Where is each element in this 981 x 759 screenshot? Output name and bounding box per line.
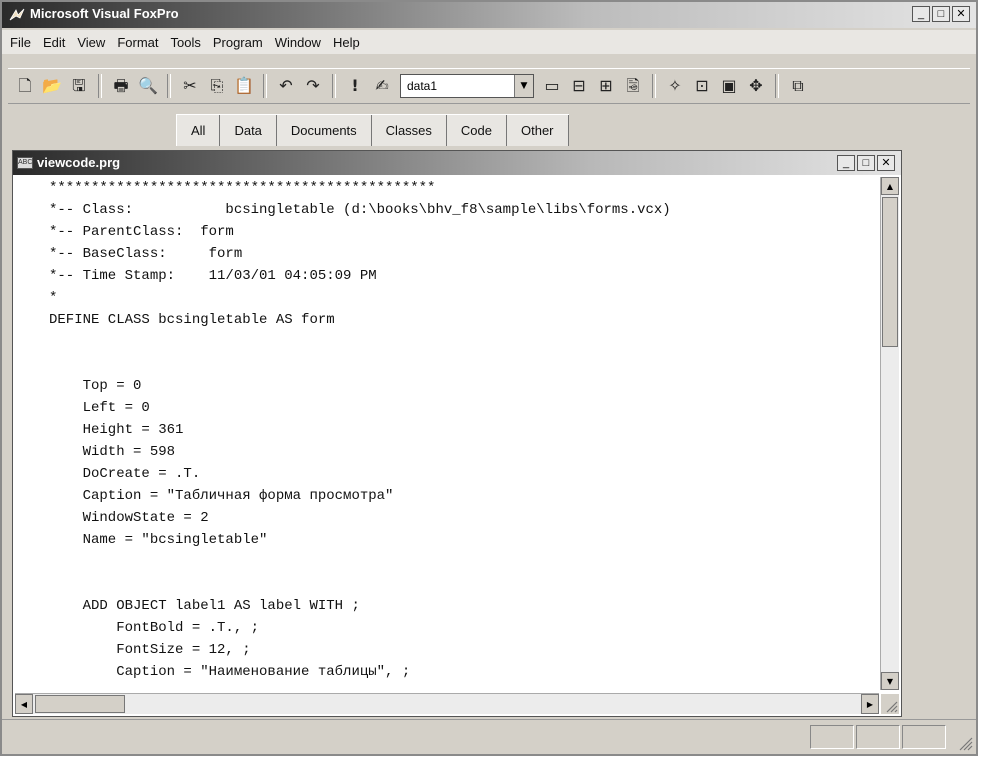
horizontal-scrollbar[interactable]: ◀ ▶	[15, 693, 879, 714]
code-line: DoCreate = .T.	[49, 466, 201, 482]
command-window-icon[interactable]: ▭	[541, 75, 563, 97]
code-text: ****************************************…	[23, 177, 879, 683]
code-line: Width = 598	[49, 444, 176, 460]
code-line: Left = 0	[49, 400, 150, 416]
undo-icon[interactable]: ↶	[275, 75, 297, 97]
redo-icon[interactable]: ↷	[302, 75, 324, 97]
code-line: *-- Time Stamp: 11/03/01 04:05:09 PM	[49, 268, 377, 284]
database-dropdown[interactable]: data1 ▼	[400, 74, 534, 98]
close-icon[interactable]: ✕	[952, 6, 970, 22]
component-tabs: All Data Documents Classes Code Other	[176, 114, 569, 146]
scroll-up-icon[interactable]: ▲	[881, 177, 899, 195]
menu-view[interactable]: View	[71, 35, 111, 50]
menu-program[interactable]: Program	[207, 35, 269, 50]
foxpro-app-window: Microsoft Visual FoxPro _ □ ✕ File Edit …	[0, 0, 978, 756]
code-line: DEFINE CLASS bcsingletable AS form	[49, 312, 335, 328]
wizard-icon[interactable]: ✧	[664, 75, 686, 97]
horizontal-scroll-thumb[interactable]	[35, 695, 125, 713]
code-line: *-- BaseClass: form	[49, 246, 243, 262]
toolbar-separator	[167, 74, 171, 98]
paste-icon[interactable]: 📋	[233, 75, 255, 97]
resize-grip-icon[interactable]	[881, 694, 899, 714]
code-window-title-bar[interactable]: ABC viewcode.prg _ □ ✕	[13, 151, 901, 175]
code-line: FontBold = .T., ;	[49, 620, 260, 636]
print-preview-icon[interactable]: 🔍	[137, 75, 159, 97]
menu-tools[interactable]: Tools	[164, 35, 206, 50]
tab-data[interactable]: Data	[220, 115, 277, 146]
status-panel	[902, 725, 946, 749]
menu-file[interactable]: File	[4, 35, 37, 50]
close-icon[interactable]: ✕	[877, 155, 895, 171]
component-tabs-row: All Data Documents Classes Code Other	[2, 106, 976, 150]
resize-grip-icon[interactable]	[954, 732, 974, 752]
standard-toolbar: 🗋 📂 🖫 🖶 🔍 ✂ ⎘ 📋 ↶ ↷ ! ✍ data1 ▼ ▭ ⊟ ⊞ 🗟 …	[8, 68, 970, 104]
code-icon[interactable]: 🗟	[622, 75, 644, 97]
foxpro-logo-icon	[9, 8, 25, 21]
toolbar-separator	[98, 74, 102, 98]
code-window-controls: _ □ ✕	[837, 155, 895, 171]
minimize-icon[interactable]: _	[912, 6, 930, 22]
toolbar-separator	[332, 74, 336, 98]
open-folder-icon[interactable]: 📂	[41, 75, 63, 97]
vertical-scrollbar[interactable]: ▲ ▼	[880, 177, 899, 690]
code-window-title: viewcode.prg	[37, 155, 121, 170]
code-line: WindowState = 2	[49, 510, 209, 526]
app-title-bar[interactable]: Microsoft Visual FoxPro _ □ ✕	[2, 2, 976, 28]
vertical-scroll-thumb[interactable]	[882, 197, 898, 347]
builder-icon[interactable]: ✥	[745, 75, 767, 97]
save-icon[interactable]: 🖫	[68, 75, 90, 97]
scroll-left-icon[interactable]: ◀	[15, 694, 33, 714]
restore-icon[interactable]: □	[857, 155, 875, 171]
report-designer-icon[interactable]: ▣	[718, 75, 740, 97]
new-file-icon[interactable]: 🗋	[14, 75, 36, 97]
code-line: *-- ParentClass: form	[49, 224, 234, 240]
toolbar-separator	[775, 74, 779, 98]
view-window-icon[interactable]: ⊟	[568, 75, 590, 97]
restore-icon[interactable]: □	[932, 6, 950, 22]
cut-icon[interactable]: ✂	[179, 75, 201, 97]
status-bar	[2, 719, 976, 754]
code-editor[interactable]: ****************************************…	[23, 177, 879, 690]
code-line: Caption = "Табличная форма просмотра"	[49, 488, 394, 504]
tab-classes[interactable]: Classes	[371, 115, 447, 146]
app-window-controls: _ □ ✕	[912, 6, 970, 22]
program-file-icon: ABC	[17, 157, 33, 169]
code-line: Top = 0	[49, 378, 142, 394]
menu-edit[interactable]: Edit	[37, 35, 71, 50]
print-icon[interactable]: 🖶	[110, 75, 132, 97]
menu-bar: File Edit View Format Tools Program Wind…	[2, 30, 976, 54]
scroll-right-icon[interactable]: ▶	[861, 694, 879, 714]
menu-format[interactable]: Format	[111, 35, 164, 50]
tab-code[interactable]: Code	[446, 115, 507, 146]
toolbar-toggle-icon[interactable]: ⧉	[787, 75, 809, 97]
database-dropdown-value: data1	[407, 79, 438, 93]
tab-other[interactable]: Other	[507, 115, 569, 146]
toolbar-separator	[652, 74, 656, 98]
form-designer-icon[interactable]: ⊡	[691, 75, 713, 97]
code-line: *	[49, 290, 58, 306]
code-line: Name = "bcsingletable"	[49, 532, 268, 548]
properties-icon[interactable]: ⊞	[595, 75, 617, 97]
code-line: *-- Class: bcsingletable (d:\books\bhv_f…	[49, 202, 671, 218]
code-line: FontSize = 12, ;	[49, 642, 251, 658]
tab-all[interactable]: All	[177, 115, 221, 146]
code-line: Height = 361	[49, 422, 184, 438]
run-icon[interactable]: !	[344, 75, 366, 97]
code-window: ABC viewcode.prg _ □ ✕ *****************…	[12, 150, 902, 717]
status-panel	[810, 725, 854, 749]
copy-icon[interactable]: ⎘	[206, 75, 228, 97]
app-title: Microsoft Visual FoxPro	[30, 6, 179, 21]
tab-documents[interactable]: Documents	[276, 115, 372, 146]
status-panel	[856, 725, 900, 749]
chevron-down-icon[interactable]: ▼	[514, 75, 533, 97]
modify-form-icon[interactable]: ✍	[371, 75, 393, 97]
code-line: Caption = "Наименование таблицы", ;	[49, 664, 411, 680]
minimize-icon[interactable]: _	[837, 155, 855, 171]
menu-window[interactable]: Window	[269, 35, 327, 50]
menu-help[interactable]: Help	[327, 35, 366, 50]
scroll-down-icon[interactable]: ▼	[881, 672, 899, 690]
code-line: ADD OBJECT label1 AS label WITH ;	[49, 598, 360, 614]
toolbar-separator	[263, 74, 267, 98]
code-line: ****************************************…	[49, 180, 436, 196]
